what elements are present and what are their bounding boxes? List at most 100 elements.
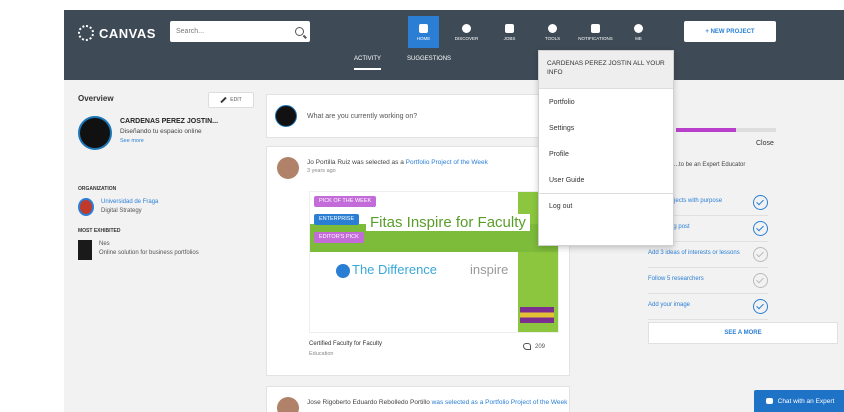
post-activity: Jose Rigoberto Eduardo Rebolledo Portill… — [307, 399, 569, 406]
organization-name[interactable]: Universidad de Fraga — [101, 198, 158, 207]
bell-icon — [591, 23, 600, 33]
post-caption-subtitle: Education — [309, 351, 334, 357]
menu-item-user-guide[interactable]: User Guide — [539, 167, 673, 193]
image-inspire-text: inspire — [470, 262, 509, 277]
check-circle-icon[interactable] — [753, 221, 768, 236]
image-heading: Fitas Inspire for Faculty — [366, 214, 530, 231]
like-count: 209 — [535, 343, 546, 350]
chat-bubble-icon — [765, 398, 773, 404]
check-circle-icon[interactable] — [753, 247, 768, 262]
task-item[interactable]: Add your image — [648, 294, 768, 320]
badge-pick-of-week: PICK OF THE WEEK — [314, 196, 377, 207]
organization-heading: Organization — [78, 186, 117, 192]
logo-icon — [78, 25, 94, 41]
compass-icon — [462, 23, 471, 33]
menu-item-profile[interactable]: Profile — [539, 141, 673, 167]
post-time: 3 years ago — [307, 168, 336, 174]
search-icon[interactable] — [295, 27, 304, 36]
organization-item[interactable]: Universidad de Fraga Digital Strategy — [78, 198, 158, 216]
nav-jobs-label: Jobs — [503, 35, 516, 41]
feed-post: Jo Portilla Ruiz was selected as a Portf… — [266, 146, 570, 376]
post-activity-text: Jose Rigoberto Eduardo Rebolledo Portill… — [307, 399, 432, 406]
badge-editors-pick: EDITOR'S PICK — [314, 232, 364, 243]
nav-me-label: Me — [635, 35, 642, 41]
nav-me[interactable]: Me — [623, 16, 654, 48]
goal-progress-label: Close — [756, 140, 774, 147]
exhibited-thumbnail — [78, 240, 92, 260]
post-activity-text: Jo Portilla Ruiz was selected as a — [307, 159, 406, 166]
task-label[interactable]: Add 3 ideas of interests or lessons — [648, 250, 740, 256]
nav-jobs[interactable]: Jobs — [494, 16, 525, 48]
nav-discover-label: Discover — [454, 35, 479, 41]
wrench-icon — [548, 23, 557, 33]
task-label[interactable]: Add your image — [648, 302, 690, 308]
author-avatar[interactable] — [277, 397, 299, 412]
nav-notifications-label: Notifications — [578, 35, 613, 41]
app-logo[interactable]: CANVAS — [78, 24, 156, 42]
chat-expert-button[interactable]: Chat with an Expert — [754, 390, 844, 412]
nav-home-label: Home — [416, 35, 431, 41]
post-image[interactable]: Fitas Inspire for Faculty PICK OF THE WE… — [309, 191, 559, 333]
search-input[interactable]: Search... — [170, 21, 310, 42]
see-more-button[interactable]: SEE A MORE — [648, 322, 838, 344]
overview-panel: Overview EDIT CARDENAS PEREZ JOSTIN... D… — [78, 92, 254, 260]
goal-progress-bar — [676, 128, 776, 132]
nav-notifications[interactable]: Notifications — [578, 16, 613, 48]
nav-home[interactable]: Home — [408, 16, 439, 48]
nav-tools[interactable]: Tools — [537, 16, 568, 48]
post-caption-title[interactable]: Certified Faculty for Faculty — [309, 341, 382, 347]
organization-logo — [78, 198, 94, 216]
briefcase-icon — [505, 23, 514, 33]
profile-summary: CARDENAS PEREZ JOSTIN... Diseñando tu es… — [78, 116, 248, 156]
exhibited-heading: Most Exhibited — [78, 228, 121, 234]
image-difference-text: The Difference — [334, 262, 437, 278]
heart-icon — [523, 343, 531, 350]
composer-prompt[interactable]: What are you currently working on? — [307, 113, 417, 120]
like-button[interactable]: 209 — [523, 343, 545, 350]
profile-name[interactable]: CARDENAS PEREZ JOSTIN... — [120, 118, 218, 125]
task-label[interactable]: Follow 5 researchers — [648, 276, 704, 282]
composer-card[interactable]: What are you currently working on? — [266, 94, 570, 138]
check-circle-icon[interactable] — [753, 299, 768, 314]
task-item[interactable]: Follow 5 researchers — [648, 268, 768, 294]
check-circle-icon[interactable] — [753, 195, 768, 210]
app-name: CANVAS — [99, 25, 156, 41]
avatar[interactable] — [78, 116, 112, 150]
goal-progress-fill — [676, 128, 736, 132]
main-nav: Home Discover Jobs Tools Notifications M… — [408, 16, 666, 52]
app-window: CANVAS Search... Home Discover Jobs Tool… — [64, 10, 844, 412]
search-placeholder: Search... — [176, 28, 205, 35]
feed-post: Jose Rigoberto Eduardo Rebolledo Portill… — [266, 386, 570, 412]
user-menu-dropdown: CARDENAS PEREZ JOSTIN ALL YOUR INFO Port… — [538, 50, 674, 246]
sub-tabs: ACTIVITY SUGGESTIONS — [354, 56, 477, 70]
image-flag — [520, 307, 554, 323]
new-project-button[interactable]: + NEW PROJECT — [684, 21, 776, 42]
exhibited-name: Nes — [99, 241, 110, 247]
exhibited-description: Online solution for business portfolios — [99, 250, 199, 256]
nav-discover[interactable]: Discover — [451, 16, 482, 48]
menu-item-portfolio[interactable]: Portfolio — [539, 89, 673, 115]
edit-button[interactable]: EDIT — [208, 92, 254, 108]
tab-activity[interactable]: ACTIVITY — [354, 56, 382, 70]
post-activity-link[interactable]: was selected as a Portfolio Project of t… — [432, 399, 568, 406]
image-difference-label: The Difference — [352, 262, 438, 277]
avatar-icon — [634, 23, 643, 33]
post-activity-link[interactable]: Portfolio Project of the Week — [406, 159, 488, 166]
menu-item-logout[interactable]: Log out — [539, 193, 673, 219]
author-avatar[interactable] — [277, 157, 299, 179]
edit-label: EDIT — [230, 97, 242, 103]
home-icon — [419, 23, 428, 33]
post-activity: Jo Portilla Ruiz was selected as a Portf… — [307, 159, 569, 166]
menu-item-settings[interactable]: Settings — [539, 115, 673, 141]
nav-tools-label: Tools — [544, 35, 561, 41]
pencil-icon — [220, 96, 227, 104]
see-more-link[interactable]: See more — [120, 138, 144, 144]
user-menu-header[interactable]: CARDENAS PEREZ JOSTIN ALL YOUR INFO — [539, 51, 673, 89]
exhibited-item[interactable]: Nes Online solution for business portfol… — [78, 240, 199, 260]
badge-enterprise: ENTERPRISE — [314, 214, 360, 225]
profile-tagline: Diseñando tu espacio online — [120, 128, 202, 135]
goals-heading: ...to be an Expert Educator — [674, 162, 746, 168]
tab-suggestions[interactable]: SUGGESTIONS — [407, 56, 451, 70]
avatar — [275, 105, 297, 127]
check-circle-icon[interactable] — [753, 273, 768, 288]
